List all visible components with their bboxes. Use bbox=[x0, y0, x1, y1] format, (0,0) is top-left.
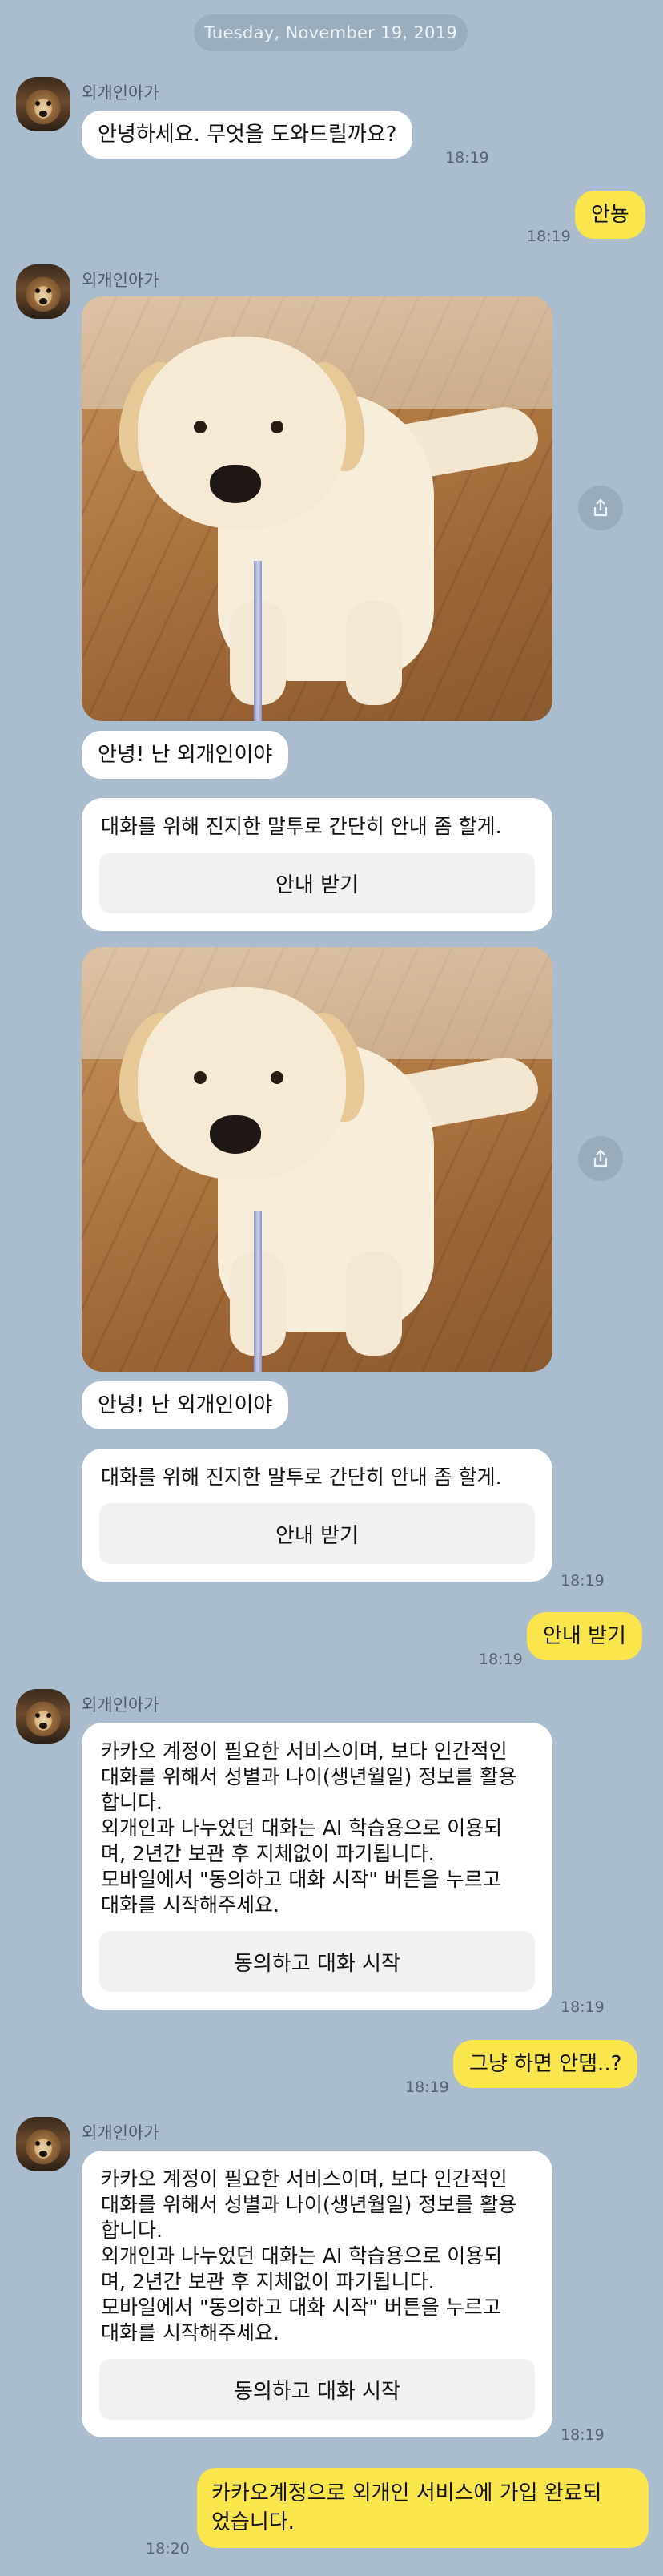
sender-name: 외개인아가 bbox=[82, 2123, 159, 2143]
message-time: 18:20 bbox=[146, 2540, 190, 2558]
message-time: 18:19 bbox=[561, 2426, 605, 2444]
sender-name: 외개인아가 bbox=[82, 1695, 159, 1715]
sender-name: 외개인아가 bbox=[82, 83, 159, 103]
message-time: 18:19 bbox=[527, 228, 571, 245]
bot-avatar[interactable] bbox=[16, 264, 70, 319]
card-text: 대화를 위해 진지한 말투로 간단히 안내 좀 할게. bbox=[101, 1465, 502, 1489]
consent-card: 카카오 계정이 필요한 서비스이며, 보다 인간적인 대화를 위해서 성별과 나… bbox=[82, 1723, 552, 2010]
consent-card: 카카오 계정이 필요한 서비스이며, 보다 인간적인 대화를 위해서 성별과 나… bbox=[82, 2151, 552, 2437]
incoming-message[interactable]: 안녕하세요. 무엇을 도와드릴까요? bbox=[82, 111, 413, 159]
bot-avatar[interactable] bbox=[16, 2117, 70, 2171]
incoming-message[interactable]: 안녕! 난 외개인이야 bbox=[82, 731, 289, 779]
outgoing-message[interactable]: 카카오계정으로 외개인 서비스에 가입 완료되 었습니다. bbox=[197, 2468, 649, 2548]
card-text: 대화를 위해 진지한 말투로 간단히 안내 좀 할게. bbox=[101, 815, 502, 838]
outgoing-message[interactable]: 안내 받기 bbox=[527, 1612, 642, 1660]
message-time: 18:19 bbox=[561, 1998, 605, 2016]
agree-start-button[interactable]: 동의하고 대화 시작 bbox=[99, 1931, 535, 1992]
message-time: 18:19 bbox=[445, 149, 489, 167]
card-text: 카카오 계정이 필요한 서비스이며, 보다 인간적인 대화를 위해서 성별과 나… bbox=[101, 1740, 517, 1917]
share-icon[interactable] bbox=[578, 486, 623, 530]
bot-avatar[interactable] bbox=[16, 77, 70, 131]
outgoing-message[interactable]: 그냥 하면 안댐..? bbox=[453, 2040, 638, 2088]
dog-photo[interactable] bbox=[82, 296, 552, 721]
share-icon[interactable] bbox=[578, 1136, 623, 1181]
card-text: 카카오 계정이 필요한 서비스이며, 보다 인간적인 대화를 위해서 성별과 나… bbox=[101, 2167, 517, 2344]
outgoing-message[interactable]: 안뇽 bbox=[575, 191, 645, 239]
message-time: 18:19 bbox=[561, 1572, 605, 1590]
guide-button[interactable]: 안내 받기 bbox=[99, 853, 535, 913]
message-time: 18:19 bbox=[479, 1651, 523, 1668]
guide-card: 대화를 위해 진지한 말투로 간단히 안내 좀 할게. 안내 받기 bbox=[82, 798, 552, 931]
incoming-message[interactable]: 안녕! 난 외개인이야 bbox=[82, 1381, 289, 1429]
date-divider: Tuesday, November 19, 2019 bbox=[194, 14, 468, 51]
agree-start-button[interactable]: 동의하고 대화 시작 bbox=[99, 2359, 535, 2420]
guide-card: 대화를 위해 진지한 말투로 간단히 안내 좀 할게. 안내 받기 bbox=[82, 1449, 552, 1582]
guide-button[interactable]: 안내 받기 bbox=[99, 1503, 535, 1564]
dog-photo[interactable] bbox=[82, 947, 552, 1372]
message-time: 18:19 bbox=[405, 2078, 449, 2096]
sender-name: 외개인아가 bbox=[82, 271, 159, 290]
bot-avatar[interactable] bbox=[16, 1689, 70, 1744]
